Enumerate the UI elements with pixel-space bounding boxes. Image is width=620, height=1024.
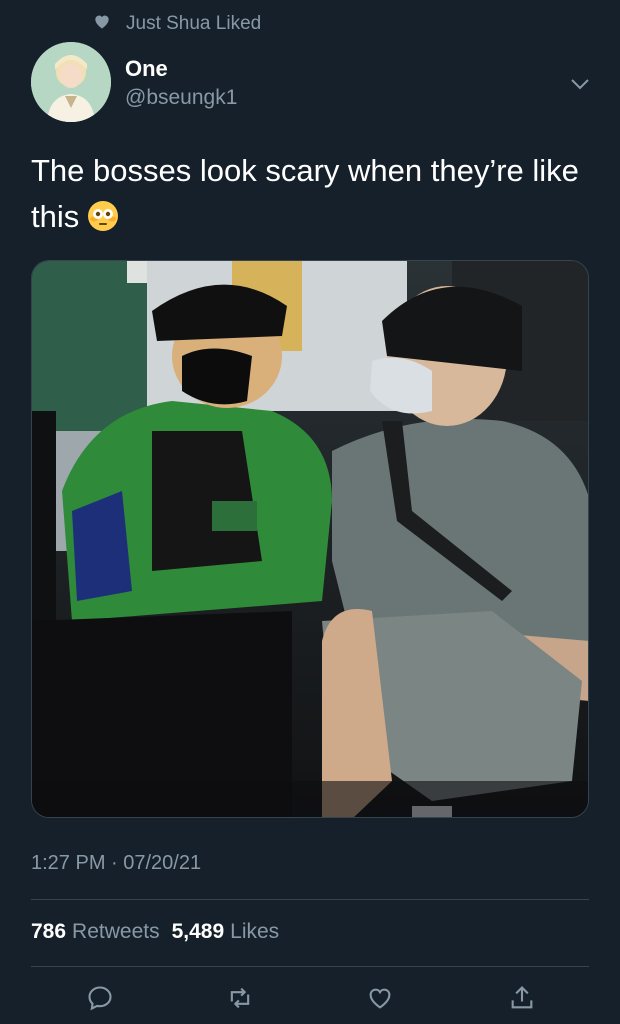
likes-label: Likes <box>230 920 280 943</box>
social-context-text: Just Shua Liked <box>126 13 262 34</box>
likes-stat[interactable]: 5,489 Likes <box>172 920 280 944</box>
likes-count: 5,489 <box>171 920 225 943</box>
tweet-timestamp[interactable]: 1:27 PM · 07/20/21 <box>31 852 201 875</box>
author-handle[interactable]: @bseungk1 <box>125 86 237 110</box>
retweets-count: 786 <box>31 920 67 943</box>
retweets-stat[interactable]: 786 Retweets <box>31 920 160 944</box>
divider <box>31 899 589 900</box>
retweet-icon[interactable] <box>226 984 254 1012</box>
tweet-stats: 786 Retweets 5,489 Likes <box>31 920 279 944</box>
share-icon[interactable] <box>508 984 536 1012</box>
avatar[interactable] <box>31 42 111 122</box>
social-context[interactable]: Just Shua Liked <box>92 10 261 38</box>
tweet-photo[interactable] <box>31 260 589 818</box>
divider <box>31 966 589 967</box>
author-name[interactable]: One <box>125 56 168 82</box>
tweet-actions <box>31 980 589 1020</box>
heart-icon <box>92 11 112 37</box>
tweet-text: The bosses look scary when they’re like … <box>31 148 591 245</box>
like-icon[interactable] <box>366 984 394 1012</box>
chevron-down-icon[interactable] <box>568 72 592 96</box>
retweets-label: Retweets <box>72 920 160 943</box>
flushed-face-emoji-icon <box>87 199 119 245</box>
reply-icon[interactable] <box>86 984 114 1012</box>
